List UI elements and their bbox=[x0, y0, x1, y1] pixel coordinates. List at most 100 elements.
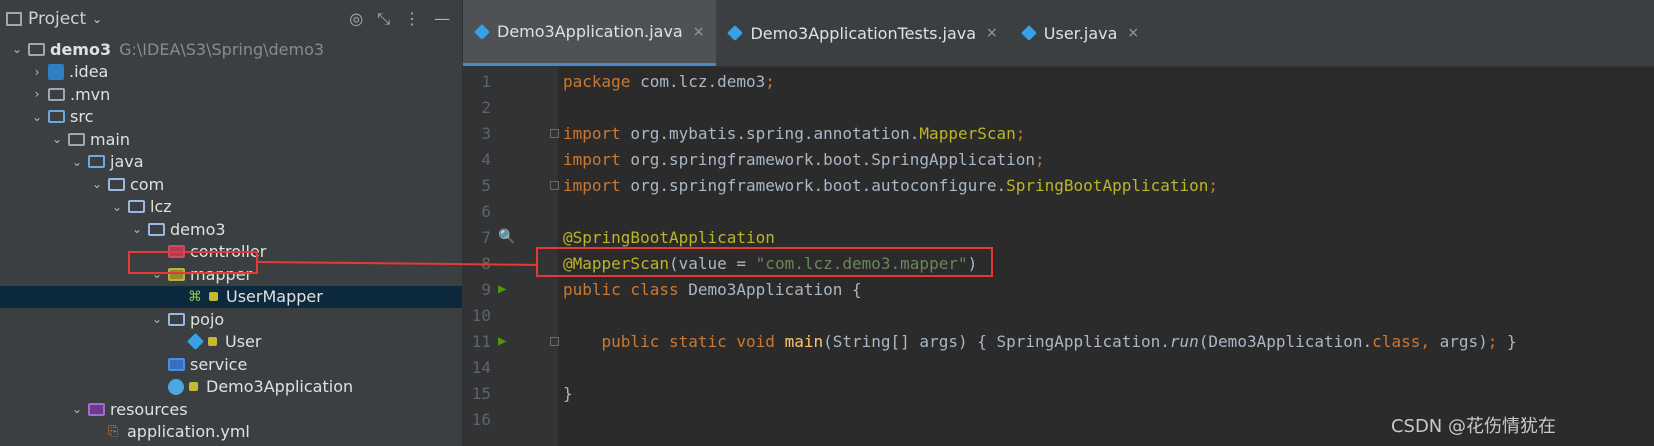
tree-item-label: application.yml bbox=[127, 422, 250, 442]
tree-item-label: demo3 bbox=[50, 39, 112, 59]
line-number: 7 bbox=[481, 228, 491, 247]
tree-item[interactable]: ›User bbox=[0, 331, 462, 354]
code-text: public class Demo3Application { bbox=[563, 280, 862, 299]
fold-icon[interactable] bbox=[550, 181, 559, 190]
chevron-down-icon[interactable]: ⌄ bbox=[110, 200, 124, 214]
project-panel: Project ⌄ ◎ ⤡ ⋮ — ⌄ demo3 G:\IDEA\S3\Sprin… bbox=[0, 0, 463, 446]
tree-item[interactable]: ›service bbox=[0, 353, 462, 376]
tree-item[interactable]: ⌄ src bbox=[0, 106, 462, 129]
tree-item[interactable]: ⌄ demo3 bbox=[0, 218, 462, 241]
folder-icon bbox=[68, 132, 85, 146]
code-line: 14 bbox=[463, 355, 1654, 381]
code-text: import org.springframework.boot.autoconf… bbox=[563, 176, 1219, 195]
tree-item-label: lcz bbox=[150, 197, 172, 217]
tree-item[interactable]: ⌄ demo3 G:\IDEA\S3\Spring\demo3 bbox=[0, 38, 462, 61]
run-icon[interactable]: ▶ bbox=[498, 281, 514, 297]
java-class-icon bbox=[727, 25, 744, 41]
tree-item-label: com bbox=[130, 174, 165, 194]
line-number: 6 bbox=[481, 202, 491, 221]
tree-item[interactable]: ›⎘application.yml bbox=[0, 421, 462, 444]
editor-tab[interactable]: Demo3ApplicationTests.java × bbox=[716, 0, 1009, 66]
line-number: 15 bbox=[471, 384, 491, 403]
chevron-right-icon[interactable]: › bbox=[30, 65, 44, 79]
editor-tab[interactable]: User.java × bbox=[1010, 0, 1151, 66]
tree-item-label: pojo bbox=[190, 309, 225, 329]
chevron-down-icon[interactable]: ⌄ bbox=[130, 222, 144, 236]
tree-item[interactable]: ⌄ lcz bbox=[0, 196, 462, 219]
chevron-down-icon[interactable]: ⌄ bbox=[10, 42, 24, 56]
code-line: 6 bbox=[463, 199, 1654, 225]
code-text: package com.lcz.demo3; bbox=[563, 72, 775, 91]
yaml-icon: ⎘ bbox=[108, 423, 119, 439]
chevron-down-icon[interactable]: ⌄ bbox=[90, 177, 104, 191]
code-line: 10 bbox=[463, 303, 1654, 329]
source-folder-icon bbox=[48, 110, 65, 124]
tree-item[interactable]: ⌄ com bbox=[0, 173, 462, 196]
code-line: 1 package com.lcz.demo3; bbox=[463, 69, 1654, 95]
interface-icon: ⌘ bbox=[188, 288, 202, 305]
package-icon bbox=[128, 200, 145, 214]
fold-icon[interactable] bbox=[550, 129, 559, 138]
close-icon[interactable]: × bbox=[1127, 25, 1139, 41]
chevron-right-icon[interactable]: › bbox=[30, 87, 44, 101]
code-line: 11 ▶ public static void main(String[] arg… bbox=[463, 329, 1654, 355]
folder-icon bbox=[48, 87, 65, 101]
close-icon[interactable]: × bbox=[986, 25, 998, 41]
chevron-down-icon[interactable]: ⌄ bbox=[92, 12, 102, 26]
tree-item-label: .mvn bbox=[70, 84, 111, 104]
project-title[interactable]: Project bbox=[28, 9, 86, 29]
java-class-icon bbox=[474, 23, 490, 40]
collapse-icon[interactable]: ⤡ bbox=[377, 9, 390, 29]
spring-app-icon bbox=[168, 378, 184, 395]
code-line: 2 bbox=[463, 95, 1654, 121]
chevron-down-icon[interactable]: ⌄ bbox=[70, 402, 84, 416]
resources-folder-icon bbox=[88, 402, 105, 416]
package-icon bbox=[108, 177, 125, 191]
service-package-icon bbox=[168, 357, 185, 371]
tree-item[interactable]: ⌄ main bbox=[0, 128, 462, 151]
tree-item[interactable]: ⌄ pojo bbox=[0, 308, 462, 331]
options-icon[interactable]: ⋮ bbox=[404, 9, 420, 29]
lock-icon bbox=[208, 337, 217, 347]
tree-item-label: User bbox=[225, 332, 262, 352]
tree-item[interactable]: ⌄ resources bbox=[0, 398, 462, 421]
close-icon[interactable]: × bbox=[693, 24, 705, 40]
source-root-icon bbox=[88, 155, 105, 169]
tree-item-label: .idea bbox=[69, 62, 109, 82]
tree-item-label: resources bbox=[110, 399, 188, 419]
tree-item[interactable]: ⌄ java bbox=[0, 151, 462, 174]
line-number: 5 bbox=[481, 176, 491, 195]
run-icon[interactable]: ▶ bbox=[498, 333, 514, 349]
package-icon bbox=[168, 312, 185, 326]
tree-item-path: G:\IDEA\S3\Spring\demo3 bbox=[119, 39, 325, 59]
tab-label: User.java bbox=[1043, 23, 1118, 43]
package-icon bbox=[148, 222, 165, 236]
lock-icon bbox=[209, 292, 218, 302]
java-class-icon bbox=[1020, 25, 1037, 41]
tree-item[interactable]: › .idea bbox=[0, 61, 462, 84]
tab-label: Demo3Application.java bbox=[497, 22, 683, 41]
code-line: 4 import org.springframework.boot.SpringA… bbox=[463, 147, 1654, 173]
line-number: 14 bbox=[471, 358, 491, 377]
chevron-down-icon[interactable]: ⌄ bbox=[50, 132, 64, 146]
tab-label: Demo3ApplicationTests.java bbox=[750, 23, 977, 43]
line-number: 10 bbox=[471, 306, 491, 325]
tree-item[interactable]: ›Demo3Application bbox=[0, 376, 462, 399]
chevron-down-icon[interactable]: ⌄ bbox=[150, 312, 164, 326]
chevron-down-icon[interactable]: ⌄ bbox=[70, 155, 84, 169]
code-text: public static void main(String[] args) {… bbox=[601, 332, 1517, 351]
locate-icon[interactable]: ◎ bbox=[349, 9, 363, 29]
tree-item[interactable]: › .mvn bbox=[0, 83, 462, 106]
bean-icon[interactable]: 🔍 bbox=[498, 229, 515, 245]
fold-icon[interactable] bbox=[550, 337, 559, 346]
highlight-box-mapper bbox=[128, 251, 258, 274]
editor-tab[interactable]: Demo3Application.java × bbox=[463, 0, 717, 66]
hide-icon[interactable]: — bbox=[434, 9, 450, 29]
chevron-down-icon[interactable]: ⌄ bbox=[30, 110, 44, 124]
tree-item-label: demo3 bbox=[170, 219, 226, 239]
line-number: 1 bbox=[481, 72, 491, 91]
line-number: 4 bbox=[481, 150, 491, 169]
project-tree: ⌄ demo3 G:\IDEA\S3\Spring\demo3 › .idea › .mvn… bbox=[0, 38, 462, 443]
tree-item[interactable]: ›⌘UserMapper bbox=[0, 285, 462, 308]
code-line: 15} bbox=[463, 381, 1654, 407]
